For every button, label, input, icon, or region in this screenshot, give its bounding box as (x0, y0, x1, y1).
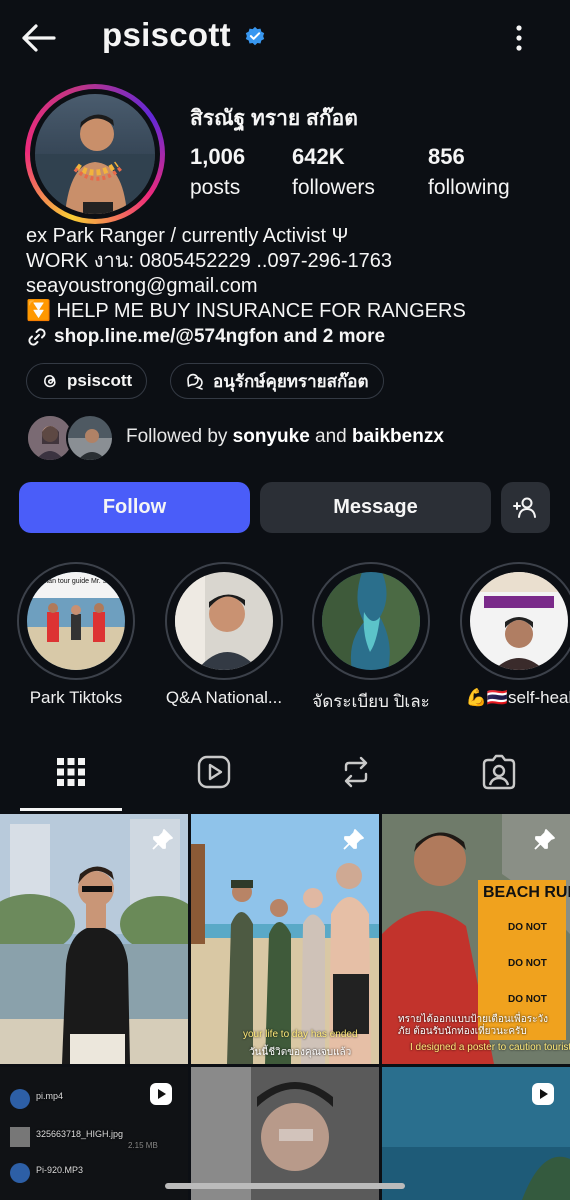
sign-line: DO NOT (508, 922, 547, 933)
bio-line: ⏬ HELP ME BUY INSURANCE FOR RANGERS (26, 300, 466, 322)
post-caption-overlay: your life to day has ended (243, 1029, 358, 1040)
tagged-icon[interactable] (479, 752, 519, 792)
bio-link-text[interactable]: shop.line.me/@574ngfon and 2 more (54, 324, 385, 349)
mutual-user-baikbenzx[interactable]: baikbenzx (352, 426, 444, 447)
grid-post[interactable]: pi.mp4 325663718_HIGH.jpg 2.15 MB Pi-920… (0, 1067, 188, 1200)
sign-title: BEACH RULES (483, 884, 570, 901)
follow-button[interactable]: Follow (19, 482, 250, 533)
stat-following[interactable]: 856 following (428, 144, 510, 200)
story-highlight[interactable]: จัดระเบียบ ปิเละ (312, 562, 430, 715)
more-options-icon[interactable] (506, 22, 532, 54)
audio-file-icon (10, 1163, 30, 1183)
profile-display-name: สิรณัฐ ทราย สก๊อต (190, 107, 358, 130)
mutual-avatar (66, 414, 114, 462)
community-chat-badge[interactable]: อนุรักษ์คุยทรายสก๊อต (170, 363, 384, 399)
mutual-user-sonyuke[interactable]: sonyuke (233, 426, 310, 447)
stat-followers-label: followers (292, 176, 375, 199)
highlight-label: Park Tiktoks (29, 688, 123, 707)
bio-line: ex Park Ranger / currently Activist Ψ (26, 225, 349, 247)
profile-tabs (0, 742, 570, 812)
suggested-accounts-button[interactable] (501, 482, 550, 533)
post-caption-overlay: วันนี้ชีวิตของคุณจบแล้ว (249, 1047, 352, 1058)
highlight-cover (470, 572, 568, 670)
reposts-icon[interactable] (336, 752, 376, 792)
highlight-label: Q&A National... (165, 688, 283, 707)
audio-file-icon (10, 1089, 30, 1109)
add-person-icon (512, 497, 536, 518)
profile-username: psiscott (102, 16, 231, 53)
grid-post[interactable] (0, 814, 188, 1064)
image-file-icon (10, 1127, 30, 1147)
profile-bio: ex Park Ranger / currently Activist Ψ WO… (26, 224, 556, 349)
highlight-cover (175, 572, 273, 670)
stat-posts-label: posts (190, 176, 241, 199)
stat-following-label: following (428, 176, 510, 199)
pinned-icon (152, 829, 173, 850)
sign-line: DO NOT (508, 958, 547, 969)
stat-posts-value: 1,006 (190, 144, 246, 169)
bio-email[interactable]: seayoustrong@gmail.com (26, 274, 556, 299)
message-button[interactable]: Message (260, 482, 491, 533)
file-name: pi.mp4 (36, 1091, 64, 1101)
story-highlight[interactable]: 💪🇹🇭self-heal (460, 562, 570, 708)
verified-badge-icon (245, 26, 265, 46)
highlight-label: จัดระเบียบ ปิเละ (312, 692, 430, 711)
reel-icon (150, 1083, 172, 1105)
link-icon (28, 327, 46, 346)
threads-icon (43, 374, 56, 388)
file-size: 2.15 MB (128, 1141, 158, 1150)
grid-icon[interactable] (51, 752, 91, 792)
reel-icon (532, 1083, 554, 1105)
highlight-cover: russian tour guide Mr. Scott (27, 572, 125, 670)
highlight-cover (322, 572, 420, 670)
followed-by-text: Followed by sonyuke and baikbenzx (126, 426, 444, 447)
profile-avatar-story-ring[interactable] (25, 84, 165, 224)
bio-line: WORK งาน: 0805452229 ..097-296-1763 (26, 250, 393, 272)
stat-followers-value: 642K (292, 144, 345, 169)
highlight-label: 💪🇹🇭self-heal (465, 688, 570, 707)
top-bar: psiscott (0, 0, 570, 76)
highlight-cover-text: russian tour guide Mr. Scott (33, 578, 118, 585)
mutual-followers[interactable]: Followed by sonyuke and baikbenzx (26, 414, 566, 462)
threads-handle: psiscott (67, 371, 133, 390)
reels-icon[interactable] (194, 752, 234, 792)
pinned-icon (534, 829, 555, 850)
file-name: Pi-920.MP3 (36, 1165, 84, 1175)
chat-bubbles-icon (187, 373, 203, 390)
threads-badge[interactable]: psiscott (26, 363, 148, 399)
grid-post[interactable] (191, 1067, 379, 1200)
posts-grid: your life to day has ended วันนี้ชีวิตขอ… (0, 814, 570, 1200)
story-highlight[interactable]: Q&A National... (165, 562, 283, 708)
bio-link[interactable]: shop.line.me/@574ngfon and 2 more (26, 324, 556, 349)
avatar (35, 94, 155, 214)
stat-following-value: 856 (428, 144, 465, 169)
grid-post[interactable]: BEACH RULES DO NOT DO NOT DO NOT ทรายได้… (382, 814, 570, 1064)
active-tab-indicator (20, 808, 122, 811)
stat-posts[interactable]: 1,006 posts (190, 144, 245, 200)
grid-post[interactable] (382, 1067, 570, 1200)
back-arrow-icon[interactable] (18, 18, 58, 58)
community-chat-label: อนุรักษ์คุยทรายสก๊อต (213, 371, 369, 391)
post-caption-overlay: ทรายได้ออกแบบป้ายเตือนเพื่อระวังภัย ต้อน… (398, 1014, 548, 1037)
story-highlight[interactable]: russian tour guide Mr. Scott Park Tiktok… (17, 562, 135, 708)
pinned-icon (343, 829, 364, 850)
stat-followers[interactable]: 642K followers (292, 144, 375, 200)
sign-line: DO NOT (508, 994, 547, 1005)
file-name: 325663718_HIGH.jpg (36, 1129, 124, 1139)
post-caption-overlay: I designed a poster to caution tourists (410, 1042, 570, 1053)
grid-post[interactable]: your life to day has ended วันนี้ชีวิตขอ… (191, 814, 379, 1064)
home-indicator[interactable] (165, 1183, 405, 1189)
